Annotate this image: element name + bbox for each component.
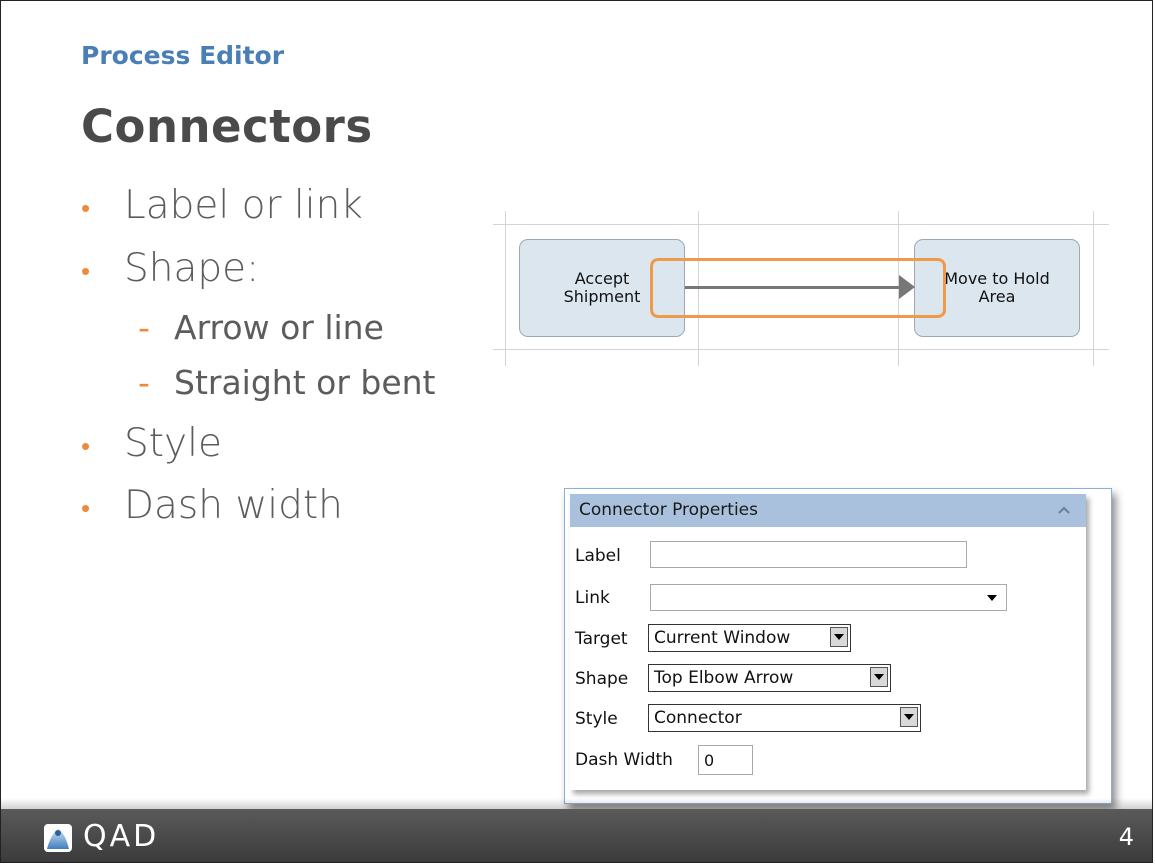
bullet-dot-icon: •	[81, 432, 91, 462]
slide: Process Editor Connectors • Label or lin…	[0, 0, 1153, 863]
bullet-dot-icon: •	[81, 194, 91, 224]
dropdown-arrow-icon[interactable]	[987, 595, 997, 601]
bullet-dot-icon: •	[81, 257, 91, 287]
logo-text: QAD	[83, 819, 160, 854]
process-diagram: Accept Shipment Move to Hold Area	[493, 211, 1109, 366]
grid-line	[505, 211, 506, 366]
dash-bullet-icon: -	[138, 308, 150, 347]
dash-bullet-icon: -	[138, 363, 150, 402]
shape-field-label: Shape	[575, 669, 629, 689]
connector-properties-panel: Connector Properties Label Link Target C…	[570, 494, 1086, 790]
link-combobox[interactable]	[650, 584, 1007, 611]
style-select[interactable]: Connector	[648, 704, 921, 732]
target-select[interactable]: Current Window	[648, 624, 851, 652]
qad-logo-icon	[44, 824, 72, 852]
panel-header: Connector Properties	[570, 494, 1086, 527]
dropdown-arrow-icon[interactable]	[830, 627, 848, 647]
shape-select[interactable]: Top Elbow Arrow	[648, 664, 891, 692]
section-subtitle: Process Editor	[81, 41, 285, 70]
grid-line	[493, 349, 1109, 350]
bullet-dot-icon: •	[81, 494, 91, 524]
connector-highlight	[650, 258, 946, 318]
link-field-label: Link	[575, 588, 610, 608]
style-field-label: Style	[575, 709, 618, 729]
grid-line	[493, 224, 1109, 225]
label-input[interactable]	[650, 541, 967, 568]
footer-bar: QAD 4	[1, 809, 1152, 862]
target-field-label: Target	[575, 629, 628, 649]
page-number: 4	[1118, 823, 1134, 851]
dropdown-arrow-icon[interactable]	[870, 667, 888, 687]
panel-title: Connector Properties	[579, 500, 758, 520]
grid-line	[1093, 211, 1094, 366]
slide-title: Connectors	[81, 100, 373, 153]
footer-shadow	[1, 798, 1152, 809]
dash-width-field-label: Dash Width	[575, 750, 673, 770]
chevron-up-icon[interactable]	[1056, 502, 1072, 518]
dropdown-arrow-icon[interactable]	[900, 707, 918, 727]
dash-width-input[interactable]	[698, 745, 753, 775]
label-field-label: Label	[575, 546, 621, 566]
